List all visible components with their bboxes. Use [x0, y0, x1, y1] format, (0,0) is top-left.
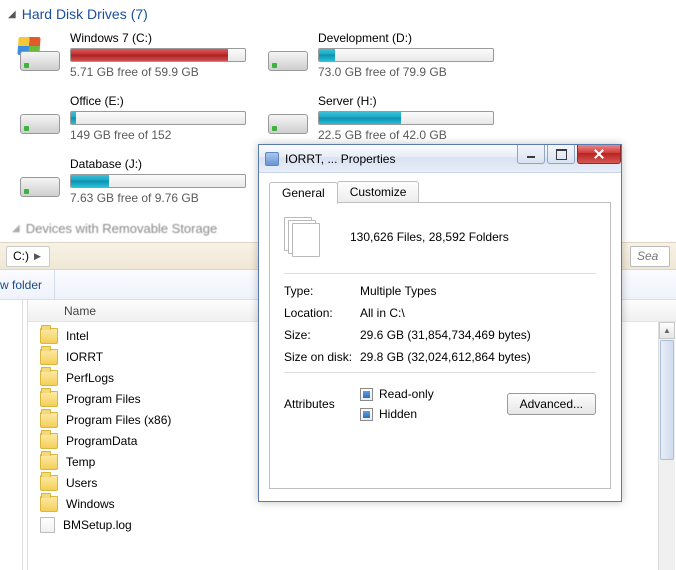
- folder-icon: [40, 391, 58, 407]
- vertical-scrollbar[interactable]: ▲: [658, 322, 675, 570]
- drive-icon: [18, 163, 62, 199]
- file-name: Program Files: [66, 392, 141, 406]
- drive-label: Development (D:): [318, 31, 510, 48]
- drive-label: Server (H:): [318, 94, 510, 111]
- maximize-button[interactable]: [547, 145, 575, 164]
- dialog-titlebar[interactable]: IORRT, ... Properties: [259, 145, 621, 173]
- drive-free-space: 5.71 GB free of 59.9 GB: [70, 65, 262, 79]
- scroll-thumb[interactable]: [660, 340, 674, 460]
- drive-item[interactable]: Windows 7 (C:) 5.71 GB free of 59.9 GB: [16, 28, 264, 91]
- drive-free-space: 7.63 GB free of 9.76 GB: [70, 191, 262, 205]
- folder-icon: [40, 370, 58, 386]
- size-label: Size:: [284, 328, 360, 342]
- checkbox-icon: [360, 408, 373, 421]
- chevron-right-icon: ▶: [34, 251, 41, 262]
- drive-label: Windows 7 (C:): [70, 31, 262, 48]
- hdd-section-count: (7): [131, 6, 148, 22]
- collapse-triangle-icon: ◢: [8, 9, 16, 20]
- scroll-up-button[interactable]: ▲: [659, 322, 675, 339]
- minimize-button[interactable]: [517, 145, 545, 164]
- folder-icon: [40, 433, 58, 449]
- removable-section-title: Devices with Removable Storage: [26, 221, 217, 236]
- search-input[interactable]: Sea: [630, 246, 670, 267]
- location-label: Location:: [284, 306, 360, 320]
- usage-bar: [318, 111, 494, 125]
- file-name: Users: [66, 476, 97, 490]
- advanced-button[interactable]: Advanced...: [507, 393, 596, 415]
- summary-count: 130,626 Files, 28,592 Folders: [350, 230, 509, 244]
- drive-free-space: 149 GB free of 152: [70, 128, 262, 142]
- breadcrumb[interactable]: C:) ▶: [6, 246, 50, 267]
- hdd-section-header[interactable]: ◢ Hard Disk Drives (7): [4, 4, 672, 28]
- checkbox-icon: [360, 388, 373, 401]
- drive-icon: [18, 100, 62, 136]
- size-value: 29.6 GB (31,854,734,469 bytes): [360, 328, 596, 342]
- tab-general[interactable]: General: [269, 182, 338, 204]
- drive-icon: [266, 37, 310, 73]
- file-name: BMSetup.log: [63, 518, 132, 532]
- drive-label: Database (J:): [70, 157, 262, 174]
- new-folder-button[interactable]: w folder: [0, 270, 55, 299]
- drive-icon: [18, 37, 62, 73]
- folder-icon: [40, 349, 58, 365]
- close-button[interactable]: [577, 145, 621, 164]
- drive-item[interactable]: Database (J:) 7.63 GB free of 9.76 GB: [16, 154, 264, 217]
- type-value: Multiple Types: [360, 284, 596, 298]
- type-label: Type:: [284, 284, 360, 298]
- file-name: Temp: [66, 455, 95, 469]
- file-name: Intel: [66, 329, 89, 343]
- file-name: Program Files (x86): [66, 413, 171, 427]
- drive-item[interactable]: Development (D:) 73.0 GB free of 79.9 GB: [264, 28, 512, 91]
- file-icon: [40, 517, 55, 533]
- hdd-section-title: Hard Disk Drives: [22, 6, 127, 22]
- usage-bar: [70, 174, 246, 188]
- properties-icon: [265, 152, 279, 166]
- usage-bar: [318, 48, 494, 62]
- file-name: IORRT: [66, 350, 103, 364]
- drive-label: Office (E:): [70, 94, 262, 111]
- location-value: All in C:\: [360, 306, 596, 320]
- search-placeholder: Sea: [637, 249, 658, 263]
- dialog-title: IORRT, ... Properties: [285, 152, 395, 166]
- tab-customize[interactable]: Customize: [337, 181, 420, 202]
- collapse-triangle-icon: ◢: [12, 223, 20, 234]
- drive-free-space: 22.5 GB free of 42.0 GB: [318, 128, 510, 142]
- drive-item[interactable]: Office (E:) 149 GB free of 152: [16, 91, 264, 154]
- size-on-disk-value: 29.8 GB (32,024,612,864 bytes): [360, 350, 596, 364]
- usage-bar: [70, 48, 246, 62]
- size-on-disk-label: Size on disk:: [284, 350, 360, 364]
- multiple-files-icon: [284, 217, 320, 257]
- breadcrumb-text: C:): [13, 249, 29, 263]
- folder-icon: [40, 412, 58, 428]
- attributes-label: Attributes: [284, 397, 360, 411]
- drive-icon: [266, 100, 310, 136]
- folder-icon: [40, 454, 58, 470]
- folder-icon: [40, 475, 58, 491]
- list-item[interactable]: BMSetup.log: [28, 514, 676, 535]
- readonly-checkbox[interactable]: Read-only: [360, 387, 434, 401]
- folder-icon: [40, 328, 58, 344]
- drive-free-space: 73.0 GB free of 79.9 GB: [318, 65, 510, 79]
- hidden-checkbox[interactable]: Hidden: [360, 407, 434, 421]
- usage-bar: [70, 111, 246, 125]
- properties-dialog: IORRT, ... Properties General Customize: [258, 144, 622, 502]
- tree-splitter[interactable]: [22, 300, 23, 570]
- file-name: ProgramData: [66, 434, 137, 448]
- file-name: PerfLogs: [66, 371, 114, 385]
